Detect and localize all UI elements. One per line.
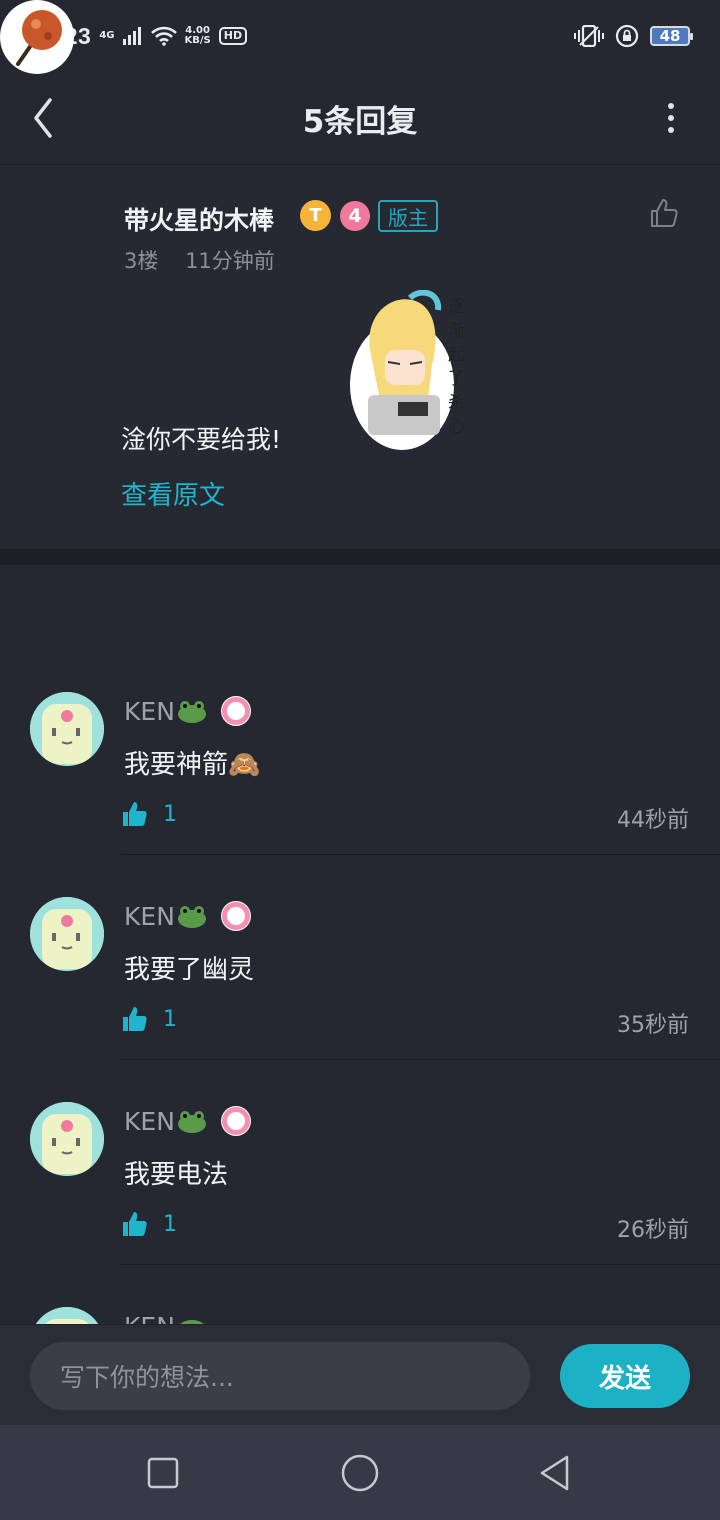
anime-sticker-image: 逐 渐 起 了 杀 心	[350, 290, 465, 450]
battery-indicator: 48	[650, 26, 693, 46]
triangle-back-icon[interactable]	[535, 1452, 577, 1494]
like-button[interactable]: 1	[121, 1005, 177, 1033]
sticker-text-2: 渐	[448, 321, 465, 341]
rotation-lock-icon	[615, 24, 639, 48]
sticker-text-3: 起	[448, 345, 465, 365]
thumb-up-outline-icon[interactable]	[648, 197, 680, 229]
net-speed: 4.00 KB/S	[185, 26, 211, 46]
floor-avatar[interactable]	[0, 0, 74, 74]
reply-time: 44秒前	[617, 808, 689, 833]
reply-content: 我要了幽灵	[124, 955, 255, 985]
sticker-text-5: 杀	[448, 393, 465, 413]
comment-composer: 写下你的想法... 发送	[0, 1324, 720, 1425]
reply-user[interactable]: KEN	[124, 1312, 207, 1324]
moderator-badge: 版主	[378, 200, 438, 232]
reply-user[interactable]: KEN	[124, 902, 207, 931]
hd-badge: HD	[218, 27, 248, 45]
top-nav: 5条回复	[0, 72, 720, 164]
reply-time: 35秒前	[617, 1013, 689, 1038]
frog-emoji-icon	[180, 1320, 204, 1324]
reply-divider	[121, 1059, 720, 1060]
floor-user-name[interactable]: 带火星的木棒	[124, 201, 274, 237]
reply-avatar[interactable]	[30, 897, 104, 971]
reply-divider	[121, 854, 720, 855]
signal-icon	[122, 27, 141, 45]
reply-avatar[interactable]	[30, 1102, 104, 1176]
reply-time: 26秒前	[617, 1218, 689, 1243]
floor-content: 淦你不要给我!	[121, 425, 282, 454]
send-button[interactable]: 发送	[560, 1344, 690, 1408]
frog-emoji-icon	[177, 1111, 206, 1133]
like-button[interactable]: 1	[121, 800, 177, 828]
like-count: 1	[163, 801, 177, 827]
frog-emoji-icon	[177, 701, 206, 723]
user-badge-icon	[221, 696, 251, 726]
reply-user-name[interactable]: KEN	[124, 697, 175, 726]
thumb-up-filled-icon	[123, 802, 147, 826]
reply-divider	[121, 1264, 720, 1265]
wifi-icon	[150, 26, 177, 46]
thumb-up-filled-icon	[123, 1212, 147, 1236]
t-badge: T	[300, 200, 331, 231]
reply-user[interactable]: KEN	[124, 697, 207, 726]
vibrate-icon	[574, 25, 604, 47]
back-arrow-icon[interactable]	[28, 90, 68, 146]
reply-user[interactable]: KEN	[124, 1107, 207, 1136]
floor-number: 3楼	[124, 249, 159, 273]
reply-item: KEN 我要电法 1 26秒前	[0, 1102, 720, 1306]
view-original-link[interactable]: 查看原文	[121, 475, 225, 512]
reply-user-name[interactable]: KEN	[124, 1107, 175, 1136]
status-bar: 15:23 4G 4.00 KB/S HD 48	[0, 0, 720, 72]
reply-avatar[interactable]	[30, 692, 104, 766]
like-count: 1	[163, 1006, 177, 1032]
network-type: 4G	[99, 30, 115, 41]
reply-avatar[interactable]	[30, 1307, 104, 1324]
circle-nav-icon[interactable]	[339, 1452, 381, 1494]
square-nav-icon[interactable]	[142, 1452, 184, 1494]
user-badge-icon	[221, 901, 251, 931]
reply-user-name[interactable]: KEN	[124, 902, 175, 931]
system-nav-bar	[0, 1425, 720, 1520]
mars-stick-image	[0, 0, 74, 74]
level-badge: 4	[340, 201, 370, 231]
like-button[interactable]: 1	[121, 1210, 177, 1238]
floor-meta: 3楼 11分钟前	[124, 245, 295, 275]
page-title: 5条回复	[302, 103, 418, 140]
thumb-up-filled-icon	[123, 1007, 147, 1031]
frog-emoji-icon	[177, 906, 206, 928]
comment-input[interactable]: 写下你的想法...	[30, 1342, 530, 1410]
reply-item: KEN 我要神箭🙈 1 44秒前	[0, 692, 720, 896]
section-separator	[0, 549, 720, 565]
floor-time: 11分钟前	[185, 249, 275, 273]
reply-item: KEN 我要了幽灵 1 35秒前	[0, 897, 720, 1101]
avatar-image	[30, 692, 104, 766]
reply-content: 我要神箭🙈	[124, 750, 261, 780]
avatar-image	[30, 897, 104, 971]
reply-item-partial: KEN	[0, 1307, 720, 1324]
sticker-text-1: 逐	[448, 297, 465, 317]
user-badge-icon	[221, 1106, 251, 1136]
avatar-image	[30, 1307, 104, 1324]
reply-content: 我要电法	[124, 1160, 229, 1190]
avatar-image	[30, 1102, 104, 1176]
reply-user-name[interactable]: KEN	[124, 1312, 175, 1324]
net-speed-unit: KB/S	[184, 35, 211, 46]
sticker-text-4: 了	[448, 369, 465, 389]
sticker-text-6: 心	[448, 417, 465, 437]
like-count: 1	[163, 1211, 177, 1237]
more-vert-icon[interactable]	[656, 98, 686, 138]
